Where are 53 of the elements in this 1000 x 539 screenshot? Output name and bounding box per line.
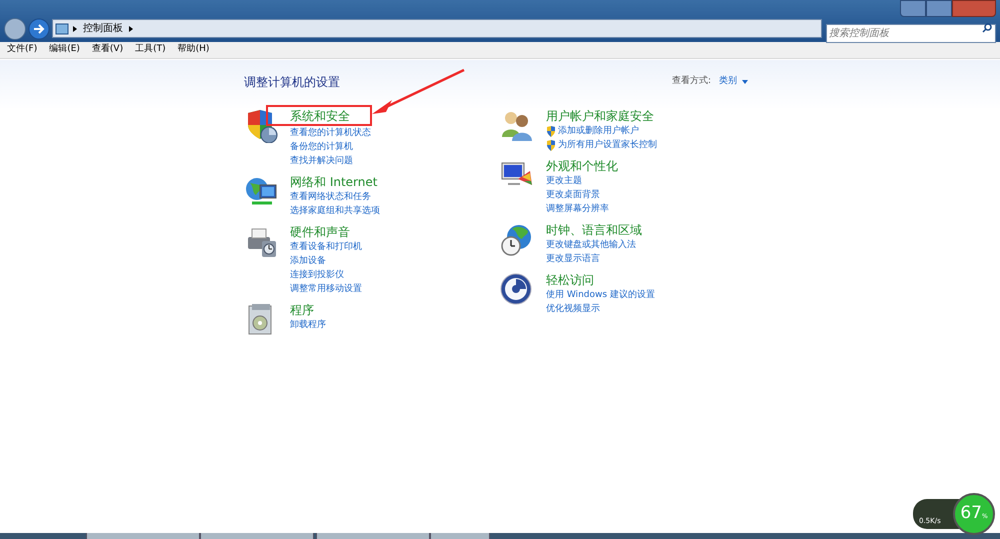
category-title[interactable]: 用户帐户和家庭安全 — [546, 109, 654, 124]
close-button[interactable] — [952, 0, 996, 17]
usage-percent: 67 — [960, 502, 982, 526]
page-heading: 调整计算机的设置 — [244, 74, 340, 91]
forward-button[interactable] — [28, 18, 50, 40]
menu-item[interactable]: 查看(V) — [92, 43, 124, 57]
category-title[interactable]: 轻松访问 — [546, 273, 594, 288]
users-icon — [500, 109, 534, 143]
view-by-label: 查看方式: — [672, 75, 712, 88]
address-bar[interactable]: 控制面板 — [52, 19, 822, 38]
accessibility-icon — [500, 273, 534, 307]
category-title[interactable]: 程序 — [290, 303, 314, 318]
task-link[interactable]: 使用 Windows 建议的设置 — [546, 288, 655, 302]
breadcrumb-arrow-icon — [73, 26, 77, 32]
task-link[interactable]: 优化视频显示 — [546, 302, 600, 316]
task-link[interactable]: 添加或删除用户帐户 — [558, 124, 639, 138]
task-link[interactable]: 调整常用移动设置 — [290, 282, 362, 296]
taskbar-button[interactable] — [430, 533, 490, 539]
task-link[interactable]: 为所有用户设置家长控制 — [558, 138, 657, 152]
menu-item[interactable]: 文件(F) — [7, 43, 38, 57]
control-panel-icon — [55, 22, 69, 34]
task-link[interactable]: 查看您的计算机状态 — [290, 126, 371, 140]
view-by-dropdown[interactable]: 类别 — [719, 75, 748, 88]
task-link[interactable]: 卸载程序 — [290, 318, 326, 332]
task-link[interactable]: 更改键盘或其他输入法 — [546, 238, 636, 252]
search-icon — [982, 23, 992, 33]
task-link[interactable]: 连接到投影仪 — [290, 268, 344, 282]
back-button[interactable] — [4, 18, 26, 40]
menu-item[interactable]: 帮助(H) — [178, 43, 210, 57]
task-link[interactable]: 更改桌面背景 — [546, 188, 600, 202]
search-field[interactable]: 搜索控制面板 — [826, 24, 996, 43]
category-title[interactable]: 系统和安全 — [266, 105, 372, 126]
minimize-button[interactable] — [900, 0, 926, 17]
task-link[interactable]: 调整屏幕分辨率 — [546, 202, 609, 216]
task-link[interactable]: 添加设备 — [290, 254, 326, 268]
task-link[interactable]: 更改显示语言 — [546, 252, 600, 266]
task-link[interactable]: 查找并解决问题 — [290, 154, 353, 168]
menu-item[interactable]: 工具(T) — [135, 43, 166, 57]
menu-item[interactable]: 编辑(E) — [49, 43, 80, 57]
maximize-button[interactable] — [926, 0, 952, 17]
breadcrumb-arrow-icon — [129, 26, 133, 32]
breadcrumb[interactable]: 控制面板 — [83, 21, 123, 36]
task-link[interactable]: 备份您的计算机 — [290, 140, 353, 154]
task-link[interactable]: 选择家庭组和共享选项 — [290, 204, 380, 218]
category-title[interactable]: 网络和 Internet — [290, 175, 378, 190]
task-link[interactable]: 查看网络状态和任务 — [290, 190, 371, 204]
task-link[interactable]: 查看设备和打印机 — [290, 240, 362, 254]
category-title[interactable]: 时钟、语言和区域 — [546, 223, 642, 238]
caret-icon — [742, 80, 748, 84]
task-link[interactable]: 更改主题 — [546, 174, 582, 188]
category-title[interactable]: 硬件和声音 — [290, 225, 350, 240]
category-title[interactable]: 外观和个性化 — [546, 159, 618, 174]
globe-clock-icon — [500, 223, 534, 257]
